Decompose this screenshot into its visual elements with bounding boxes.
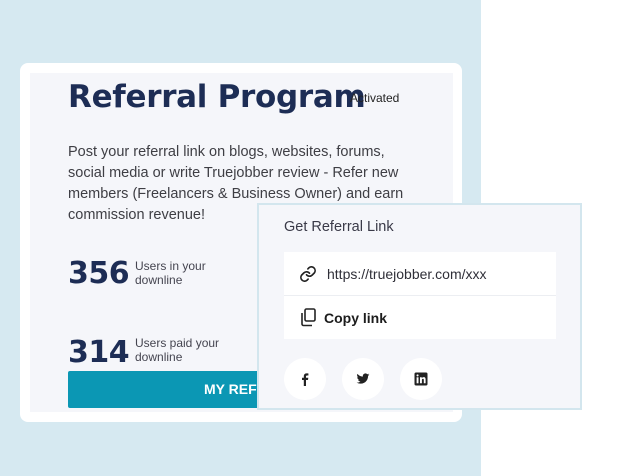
linkedin-icon bbox=[414, 372, 428, 386]
twitter-icon bbox=[356, 373, 370, 384]
referral-url[interactable]: https://truejobber.com/xxx bbox=[327, 266, 487, 282]
copy-link-label: Copy link bbox=[324, 310, 388, 326]
downline-users-label: Users in your downline bbox=[135, 259, 206, 287]
paid-users-label: Users paid your downline bbox=[135, 336, 220, 364]
page-title: Referral Program bbox=[68, 79, 366, 115]
facebook-share-button[interactable] bbox=[284, 358, 326, 400]
popup-title: Get Referral Link bbox=[284, 219, 394, 235]
downline-users-count: 356 bbox=[68, 256, 130, 291]
twitter-share-button[interactable] bbox=[342, 358, 384, 400]
referral-link-popup: Get Referral Link https://truejobber.com… bbox=[257, 203, 582, 410]
referral-link-row[interactable]: https://truejobber.com/xxx bbox=[284, 252, 556, 296]
linkedin-share-button[interactable] bbox=[400, 358, 442, 400]
copy-icon bbox=[301, 308, 316, 327]
referral-link-box: https://truejobber.com/xxx Copy link bbox=[284, 252, 556, 339]
copy-link-button[interactable]: Copy link bbox=[284, 296, 556, 339]
status-badge: Activated bbox=[350, 91, 400, 105]
paid-users-count: 314 bbox=[68, 335, 130, 370]
facebook-icon bbox=[302, 373, 309, 386]
link-icon bbox=[300, 266, 316, 282]
